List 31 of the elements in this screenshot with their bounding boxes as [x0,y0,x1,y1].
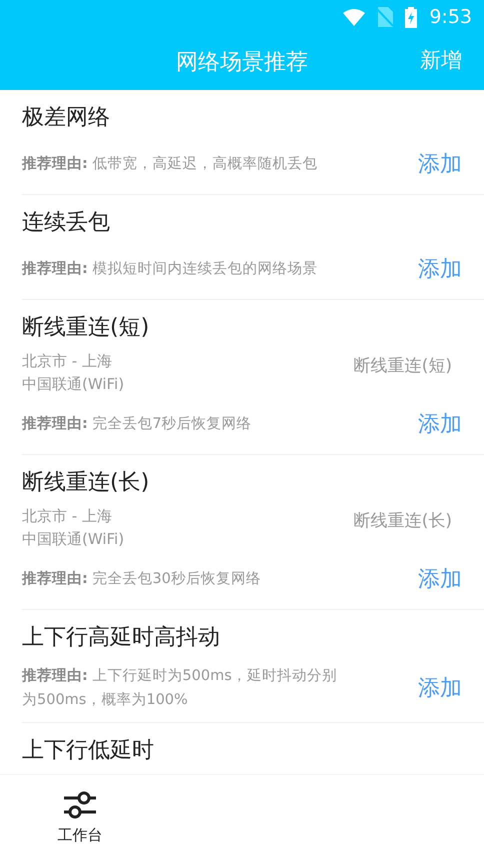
add-button[interactable]: 添加 [418,673,462,703]
scene-title: 极差网络 [22,104,111,132]
route-text: 北京市 - 上海 [22,352,113,371]
reason-text: 推荐理由: 模拟短时间内连续丢包的网络场景 [22,260,318,279]
scene-title: 上下行高延时高抖动 [22,624,221,652]
battery-icon [405,6,418,28]
sliders-icon [64,790,96,820]
scene-title: 断线重连(长) [22,469,150,497]
page-title: 网络场景推荐 [176,49,308,77]
add-button[interactable]: 添加 [418,564,462,594]
route-text: 北京市 - 上海 [22,507,113,526]
scene-tag: 断线重连(长) [354,509,452,532]
status-time: 9:53 [429,6,472,28]
reason-text: 推荐理由: 低带宽，高延迟，高概率随机丢包 [22,154,318,174]
reason-text: 推荐理由: 上下行延时为500ms，延时抖动分别为500ms，概率为100% [22,666,338,710]
add-new-button[interactable]: 新增 [420,46,462,74]
wifi-icon [343,8,366,26]
scene-title: 断线重连(短) [22,314,150,342]
workbench-tab[interactable]: 工作台 [0,775,160,860]
scene-tag: 断线重连(短) [354,354,452,377]
scene-title: 上下行低延时 [22,737,155,765]
carrier-text: 中国联通(WiFi) [22,530,124,549]
reason-text: 推荐理由: 完全丢包30秒后恢复网络 [22,570,261,589]
scene-title: 连续丢包 [22,209,111,237]
add-button[interactable]: 添加 [418,149,462,179]
tab-label: 工作台 [58,826,102,845]
no-sim-icon [377,7,394,27]
add-button[interactable]: 添加 [418,254,462,284]
add-button[interactable]: 添加 [418,409,462,439]
reason-text: 推荐理由: 完全丢包7秒后恢复网络 [22,414,252,434]
carrier-text: 中国联通(WiFi) [22,375,124,394]
